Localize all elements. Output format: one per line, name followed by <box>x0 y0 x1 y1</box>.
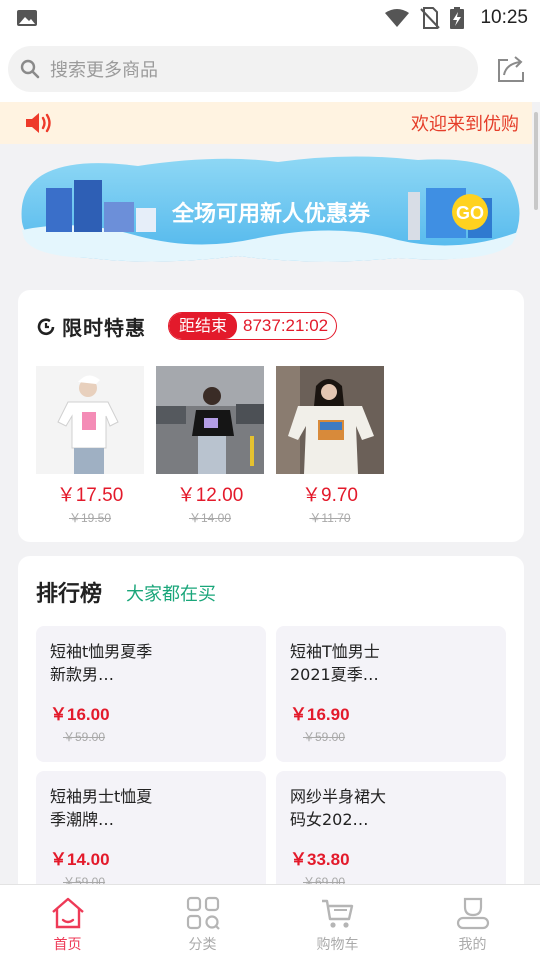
flash-item[interactable]: ￥17.50 ￥19.50 <box>36 366 144 526</box>
promo-banner[interactable]: GO 全场可用新人优惠券 <box>18 152 524 266</box>
ranking-item-name: 短袖t恤男夏季新款男… <box>50 642 153 684</box>
flash-sale-header: 限时特惠 <box>36 312 146 341</box>
image-icon <box>17 10 37 26</box>
search-row: 搜索更多商品 <box>0 36 540 102</box>
ranking-item-name: 短袖T恤男士2021夏季… <box>290 642 380 684</box>
battery-charging-icon <box>450 7 465 29</box>
flash-item[interactable]: ￥12.00 ￥14.00 <box>156 366 264 526</box>
no-sim-icon <box>420 7 441 29</box>
category-icon <box>186 896 220 930</box>
ranking-item-price: ￥14.00 <box>50 850 110 869</box>
tab-label: 首页 <box>53 937 82 953</box>
flash-sale-section: 限时特惠 距结束 8737:21:02 ￥17.50 ￥19.50 ￥12.00… <box>18 290 524 542</box>
ranking-title: 排行榜 <box>36 582 103 607</box>
ranking-item-name: 短袖男士t恤夏季潮牌… <box>50 787 153 829</box>
countdown: 距结束 8737:21:02 <box>168 312 338 340</box>
cart-icon <box>322 899 354 928</box>
tab-label: 分类 <box>188 937 217 953</box>
notice-text: 欢迎来到优购 <box>411 114 519 135</box>
flash-original-price: ￥14.00 <box>188 511 232 525</box>
scrollbar <box>534 112 538 210</box>
ranking-item[interactable]: 短袖T恤男士2021夏季… ￥16.90 ￥59.00 <box>276 626 506 762</box>
banner-text: 全场可用新人优惠券 <box>171 201 371 227</box>
tab-category[interactable]: 分类 <box>135 885 270 961</box>
flash-price: ￥17.50 <box>56 485 124 506</box>
flash-original-price: ￥11.70 <box>309 511 351 525</box>
status-bar: 10:25 <box>0 0 540 36</box>
ranking-subtitle: 大家都在买 <box>126 584 216 605</box>
product-image <box>36 366 144 474</box>
ranking-item[interactable]: 短袖t恤男夏季新款男… ￥16.00 ￥59.00 <box>36 626 266 762</box>
ranking-item-original-price: ￥59.00 <box>63 730 106 744</box>
flash-price: ￥9.70 <box>302 485 358 506</box>
countdown-time: 8737:21:02 <box>243 316 329 335</box>
countdown-label: 距结束 <box>169 313 238 339</box>
home-icon <box>52 897 84 929</box>
profile-icon <box>456 897 490 930</box>
flash-item[interactable]: ￥9.70 ￥11.70 <box>276 366 384 526</box>
search-icon <box>20 59 40 79</box>
tab-label: 我的 <box>458 937 487 953</box>
search-placeholder: 搜索更多商品 <box>50 60 158 81</box>
flash-price: ￥12.00 <box>176 485 244 506</box>
product-image <box>156 366 264 474</box>
ranking-item-original-price: ￥59.00 <box>303 730 346 744</box>
flash-original-price: ￥19.50 <box>68 511 112 525</box>
wifi-icon <box>385 9 410 27</box>
ranking-item-price: ￥16.90 <box>290 705 350 724</box>
ranking-section: 排行榜 大家都在买 短袖t恤男夏季新款男… ￥16.00 ￥59.00 短袖T恤… <box>18 556 524 907</box>
bottom-tab-bar: 首页 分类 购物车 我的 <box>0 884 540 961</box>
tab-profile[interactable]: 我的 <box>405 885 540 961</box>
timer-icon <box>37 317 55 335</box>
tab-cart[interactable]: 购物车 <box>270 885 405 961</box>
tab-home[interactable]: 首页 <box>0 885 135 961</box>
ranking-item-name: 网纱半身裙大码女202… <box>290 787 387 829</box>
share-icon[interactable] <box>496 54 526 84</box>
product-image <box>276 366 384 474</box>
search-input[interactable]: 搜索更多商品 <box>8 46 478 92</box>
ranking-item-price: ￥33.80 <box>290 850 350 869</box>
tab-label: 购物车 <box>316 937 359 953</box>
go-badge: GO <box>456 203 484 223</box>
promo-banner-art: GO 全场可用新人优惠券 <box>21 156 520 262</box>
notice-bar[interactable]: 欢迎来到优购 <box>0 102 532 144</box>
ranking-item-price: ￥16.00 <box>50 705 110 724</box>
speaker-icon <box>26 113 51 133</box>
clock: 10:25 <box>480 7 528 28</box>
flash-sale-title: 限时特惠 <box>62 316 146 340</box>
